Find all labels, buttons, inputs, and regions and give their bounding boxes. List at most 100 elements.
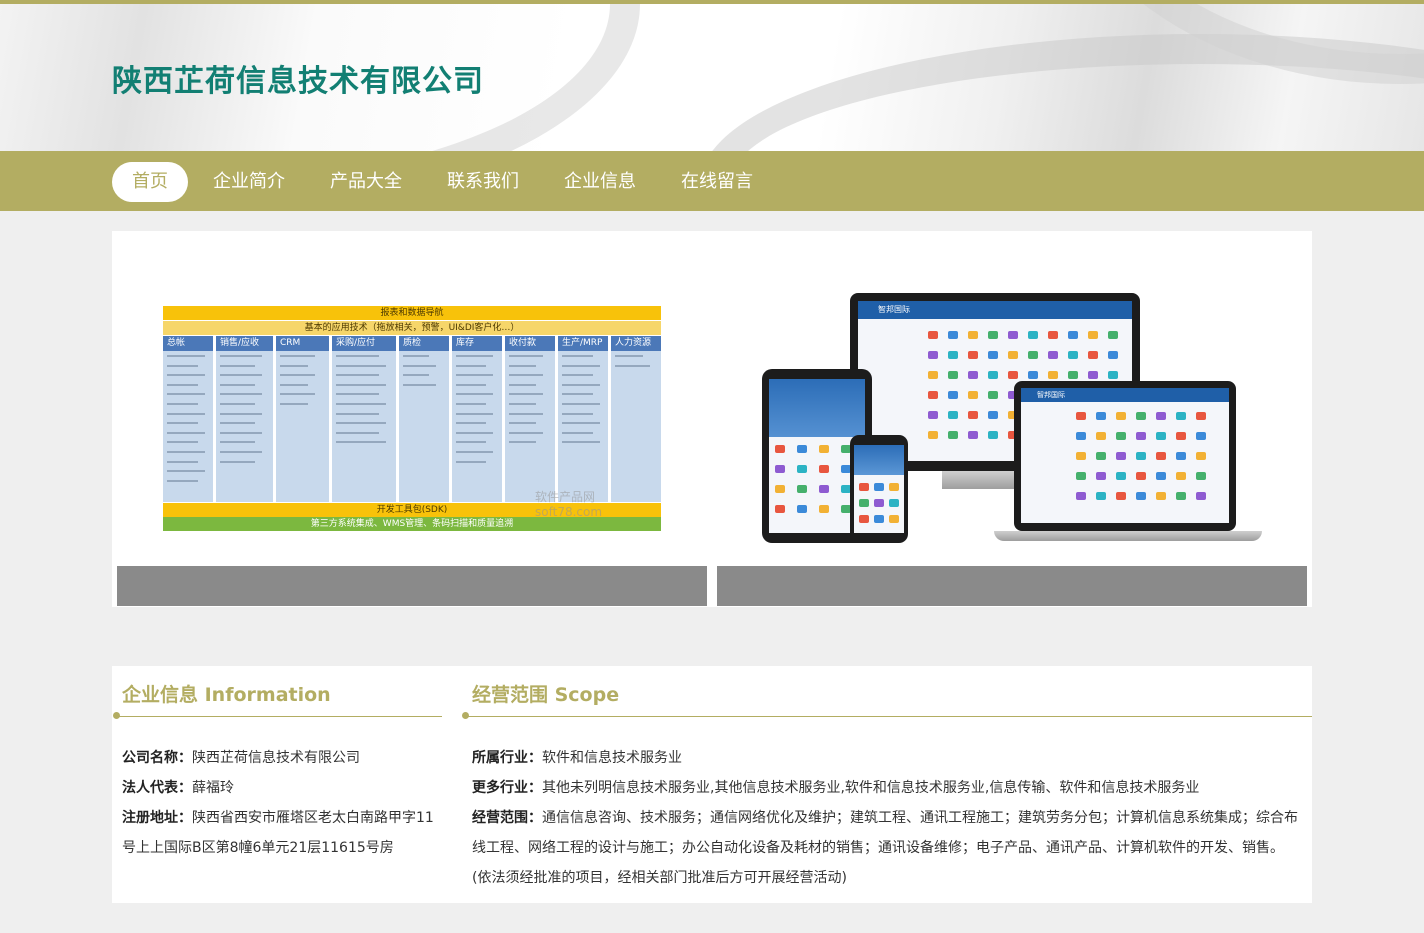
- field-label: 经营范围：: [472, 810, 542, 826]
- app-tile-icon: [988, 411, 998, 419]
- app-tile-icon: [1076, 432, 1086, 440]
- erp-module-label: 采购/应付: [332, 336, 396, 351]
- app-tile-icon: [1108, 331, 1118, 339]
- nav-item-about[interactable]: 企业简介: [213, 162, 285, 202]
- app-tile-icon: [1048, 371, 1058, 379]
- erp-text-line: [167, 431, 205, 434]
- nav-item-products[interactable]: 产品大全: [330, 162, 402, 202]
- app-tile-icon: [1096, 432, 1106, 440]
- app-tile-icon: [968, 411, 978, 419]
- erp-text-line: [456, 412, 493, 415]
- app-tile-icon: [1076, 452, 1086, 460]
- erp-module-column: 生产/MRP: [558, 336, 608, 502]
- app-tile-icon: [775, 465, 785, 473]
- erp-text-line: [509, 355, 543, 357]
- app-tile-icon: [988, 371, 998, 379]
- app-tile-icon: [1196, 452, 1206, 460]
- erp-text-line: [167, 364, 198, 367]
- erp-text-line: [336, 431, 379, 434]
- erp-text-line: [509, 393, 543, 396]
- business-scope-row: 经营范围：通信信息咨询、技术服务；通信网络优化及维护；建筑工程、通讯工程施工；建…: [472, 803, 1302, 893]
- erp-module-label: 库存: [452, 336, 502, 351]
- erp-module-label: 生产/MRP: [558, 336, 608, 351]
- nav-item-company-info[interactable]: 企业信息: [564, 162, 636, 202]
- app-tile-icon: [1008, 351, 1018, 359]
- nav-item-message[interactable]: 在线留言: [681, 162, 753, 202]
- erp-text-line: [562, 403, 600, 405]
- app-tile-icon: [874, 515, 884, 523]
- app-tile-icon: [1176, 412, 1186, 420]
- erp-text-line: [336, 374, 379, 377]
- nav-item-home[interactable]: 首页: [112, 162, 188, 202]
- nav-item-contact[interactable]: 联系我们: [447, 162, 519, 202]
- erp-text-line: [403, 374, 429, 377]
- erp-text-line: [167, 479, 198, 482]
- erp-text-line: [562, 422, 600, 425]
- app-tile-icon: [1116, 412, 1126, 420]
- field-label: 公司名称：: [122, 750, 192, 766]
- erp-text-line: [562, 441, 600, 444]
- company-title[interactable]: 陕西芷荷信息技术有限公司: [112, 56, 484, 100]
- devices-showcase-image[interactable]: 智邦国际 智邦国际: [762, 289, 1262, 547]
- erp-text-line: [220, 374, 262, 377]
- erp-top-bar: 报表和数据导航: [163, 306, 661, 320]
- tablet-screen-header: [769, 379, 865, 437]
- section-divider: [465, 716, 1312, 717]
- app-tile-icon: [1076, 472, 1086, 480]
- app-tile-icon: [775, 485, 785, 493]
- app-tile-icon: [988, 391, 998, 399]
- app-tile-icon: [1196, 412, 1206, 420]
- app-tile-icon: [948, 331, 958, 339]
- app-tile-icon: [1096, 452, 1106, 460]
- erp-text-line: [456, 441, 486, 444]
- erp-footer-bar: 第三方系统集成、WMS管理、条码扫描和质量追溯: [163, 517, 661, 531]
- erp-text-line: [280, 383, 308, 386]
- erp-text-line: [509, 403, 536, 405]
- app-tile-icon: [1008, 371, 1018, 379]
- app-tile-icon: [948, 371, 958, 379]
- erp-text-line: [456, 451, 493, 453]
- app-tile-icon: [928, 431, 938, 439]
- erp-text-line: [509, 422, 536, 425]
- erp-text-line: [509, 383, 536, 386]
- erp-text-line: [167, 374, 205, 377]
- app-tile-icon: [1136, 412, 1146, 420]
- app-tile-icon: [775, 445, 785, 453]
- app-tile-icon: [1116, 492, 1126, 500]
- app-tile-icon: [1096, 492, 1106, 500]
- brand-label: 智邦国际: [1037, 391, 1065, 399]
- app-tile-icon: [948, 351, 958, 359]
- erp-text-line: [167, 441, 198, 444]
- app-tile-icon: [1156, 412, 1166, 420]
- industry-row: 所属行业：软件和信息技术服务业: [472, 743, 1302, 773]
- erp-module-label: 总帐: [163, 336, 213, 351]
- erp-text-line: [167, 403, 198, 405]
- app-tile-icon: [968, 371, 978, 379]
- app-tile-icon: [928, 351, 938, 359]
- app-tile-icon: [1176, 432, 1186, 440]
- field-label: 法人代表：: [122, 780, 192, 796]
- company-name-value: 陕西芷荷信息技术有限公司: [192, 750, 360, 766]
- app-tile-icon: [1176, 452, 1186, 460]
- legal-rep-value: 薛福玲: [192, 780, 234, 796]
- app-tile-icon: [1008, 331, 1018, 339]
- phone-frame: [850, 435, 908, 543]
- erp-architecture-image[interactable]: 报表和数据导航 基本的应用技术（拖放相关，预警，UI&DI客户化…） 总帐 销售…: [163, 306, 661, 531]
- phone-screen: [854, 445, 904, 533]
- app-tile-icon: [1116, 432, 1126, 440]
- erp-text-line: [167, 355, 205, 357]
- erp-text-line: [336, 412, 379, 415]
- erp-text-line: [456, 383, 486, 386]
- app-tile-icon: [797, 485, 807, 493]
- erp-text-line: [167, 383, 198, 386]
- erp-text-line: [167, 412, 205, 415]
- app-tile-icon: [928, 411, 938, 419]
- main-nav: 首页 企业简介 产品大全 联系我们 企业信息 在线留言: [0, 151, 1424, 211]
- app-tile-icon: [819, 485, 829, 493]
- erp-text-line: [167, 422, 198, 425]
- address-row: 注册地址：陕西省西安市雁塔区老太白南路甲字11号上上国际B区第8幢6单元21层1…: [122, 803, 442, 863]
- erp-text-line: [456, 393, 493, 396]
- app-tile-icon: [1156, 492, 1166, 500]
- erp-text-line: [562, 431, 593, 434]
- erp-text-line: [280, 403, 308, 405]
